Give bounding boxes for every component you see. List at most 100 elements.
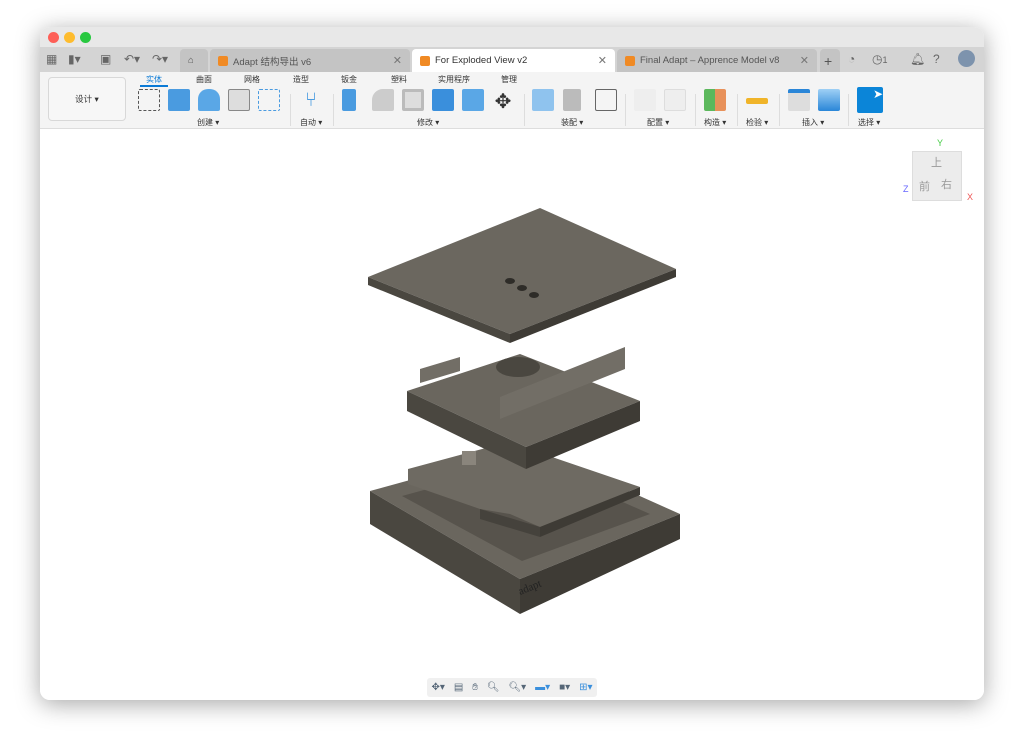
close-tab-icon[interactable]: ✕	[800, 54, 809, 67]
close-button[interactable]	[48, 32, 59, 43]
top-plate-top	[368, 208, 676, 334]
pattern-icon[interactable]	[258, 89, 280, 111]
axis-z: Z	[903, 184, 909, 194]
workspace-dropdown[interactable]: 设计 ▾	[48, 77, 126, 121]
close-tab-icon[interactable]: ✕	[393, 54, 402, 67]
job-status-icon[interactable]: ◷1	[872, 52, 888, 66]
hole-icon[interactable]	[228, 89, 250, 111]
extrude-icon[interactable]	[168, 89, 190, 111]
save-icon[interactable]: ▣	[100, 52, 111, 66]
divider	[848, 94, 849, 126]
tab-adapt-export[interactable]: Adapt 结构导出 v6 ✕	[210, 49, 410, 72]
visual-style-icon[interactable]: ■▾	[559, 682, 570, 693]
top-plate-hole	[505, 278, 515, 284]
config-table-icon[interactable]	[664, 89, 686, 111]
create-sketch-icon[interactable]	[138, 89, 160, 111]
bell-icon[interactable]: 🔔︎	[910, 52, 925, 66]
grid-icon[interactable]: ▦	[46, 52, 57, 66]
insert-derive-icon[interactable]	[788, 89, 810, 111]
group-construct[interactable]: 构造 ▾	[704, 117, 726, 128]
cube-icon	[218, 55, 228, 66]
viewcube-front[interactable]: 前	[919, 178, 930, 194]
redo-icon[interactable]: ↷▾	[152, 52, 168, 66]
group-create[interactable]: 创建 ▾	[197, 117, 219, 128]
middle-cutout	[496, 357, 540, 377]
bom-icon[interactable]	[595, 89, 617, 111]
automate-icon[interactable]: ⑂	[300, 89, 322, 111]
home-tab[interactable]: ⌂	[180, 49, 208, 72]
combine-icon[interactable]	[432, 89, 454, 111]
tab-exploded-view[interactable]: For Exploded View v2 ✕	[412, 49, 615, 72]
zoom-button[interactable]	[80, 32, 91, 43]
group-inspect[interactable]: 检验 ▾	[746, 117, 768, 128]
close-tab-icon[interactable]: ✕	[598, 54, 607, 67]
app-window: ▦ ▮▾ ▣ ↶▾ ↷▾ ⌂ Adapt 结构导出 v6 ✕ For Explod…	[40, 27, 984, 700]
divider	[290, 94, 291, 126]
ribbon-toolbar: 设计 ▾ 实体 曲面 网格 造型 钣金 塑料 实用程序 管理 创建 ▾ ⑂ 自动…	[40, 72, 984, 129]
new-tab-button[interactable]: +	[820, 49, 840, 72]
group-automate[interactable]: 自动 ▾	[300, 117, 322, 128]
configure-icon[interactable]	[634, 89, 656, 111]
select-icon[interactable]: ➤	[857, 87, 883, 113]
plus-icon: +	[824, 52, 833, 69]
home-icon: ⌂	[188, 55, 194, 66]
press-pull-icon[interactable]	[342, 89, 356, 111]
job-count: 1	[882, 55, 888, 65]
tab-final-adapt[interactable]: Final Adapt – Apprence Model v8 ✕	[617, 49, 817, 72]
group-assemble[interactable]: 装配 ▾	[561, 117, 583, 128]
zoom-window-icon[interactable]: 🔍︎	[487, 682, 500, 693]
shell-icon[interactable]	[402, 89, 424, 111]
viewport-canvas[interactable]: adapt 上 前 右 Y Z X ✥▾ ▤ ✋︎ 🔍︎ 🔍︎▾ ▬▾ ■▾ ⊞…	[40, 129, 984, 700]
divider	[695, 94, 696, 126]
revolve-icon[interactable]	[198, 89, 220, 111]
workspace-label: 设计 ▾	[75, 94, 99, 104]
undo-icon[interactable]: ↶▾	[124, 52, 140, 66]
ribbon-tab-solid[interactable]: 实体	[140, 74, 168, 87]
axis-y: Y	[937, 138, 944, 148]
tab-label: For Exploded View v2	[435, 55, 528, 66]
move-icon[interactable]: ✥	[492, 89, 514, 113]
insert-image-icon[interactable]	[818, 89, 840, 111]
ribbon-tab-mesh[interactable]: 网格	[244, 74, 260, 85]
group-configure[interactable]: 配置 ▾	[647, 117, 669, 128]
ribbon-tab-utilities[interactable]: 实用程序	[438, 74, 470, 85]
ribbon-tab-surface[interactable]: 曲面	[196, 74, 212, 85]
look-at-icon[interactable]: ▤	[454, 682, 463, 693]
viewcube-top[interactable]: 上	[931, 154, 942, 170]
split-body-icon[interactable]	[462, 89, 484, 111]
tab-label: Adapt 结构导出 v6	[233, 56, 312, 68]
viewcube-right[interactable]: 右	[941, 176, 952, 192]
group-select[interactable]: 选择 ▾	[858, 117, 880, 128]
ribbon-tab-form[interactable]: 造型	[293, 74, 309, 85]
viewcube[interactable]: 上 前 右 Y Z X	[903, 138, 973, 202]
ribbon-tab-manage[interactable]: 管理	[501, 74, 517, 85]
ribbon-tab-plastic[interactable]: 塑料	[391, 74, 407, 85]
minimize-button[interactable]	[64, 32, 75, 43]
divider	[779, 94, 780, 126]
sync-icon[interactable]: ◔	[848, 52, 855, 66]
top-plate-hole	[529, 292, 539, 298]
ribbon-tab-sheetmetal[interactable]: 钣金	[341, 74, 357, 85]
joint-icon[interactable]	[563, 89, 581, 111]
group-insert[interactable]: 插入 ▾	[802, 117, 824, 128]
top-plate-hole	[517, 285, 527, 291]
construct-plane-icon[interactable]	[704, 89, 726, 111]
tab-bar: ▦ ▮▾ ▣ ↶▾ ↷▾ ⌂ Adapt 结构导出 v6 ✕ For Explod…	[40, 47, 984, 72]
display-icon[interactable]: ▬▾	[535, 682, 550, 693]
orbit-icon[interactable]: ✥▾	[431, 682, 444, 693]
group-modify[interactable]: 修改 ▾	[417, 117, 439, 128]
zoom-icon[interactable]: 🔍︎▾	[508, 682, 526, 693]
new-component-icon[interactable]	[532, 89, 554, 111]
divider	[737, 94, 738, 126]
avatar[interactable]	[958, 50, 975, 67]
file-icon[interactable]: ▮▾	[68, 52, 81, 66]
navigation-bar: ✥▾ ▤ ✋︎ 🔍︎ 🔍︎▾ ▬▾ ■▾ ⊞▾	[427, 678, 597, 697]
tab-label: Final Adapt – Apprence Model v8	[640, 55, 780, 66]
measure-icon[interactable]	[746, 98, 768, 104]
help-icon[interactable]: ?	[933, 52, 940, 66]
grid-icon[interactable]: ⊞▾	[579, 682, 592, 693]
divider	[625, 94, 626, 126]
divider	[333, 94, 334, 126]
fillet-icon[interactable]	[372, 89, 394, 111]
pan-icon[interactable]: ✋︎	[472, 682, 478, 693]
